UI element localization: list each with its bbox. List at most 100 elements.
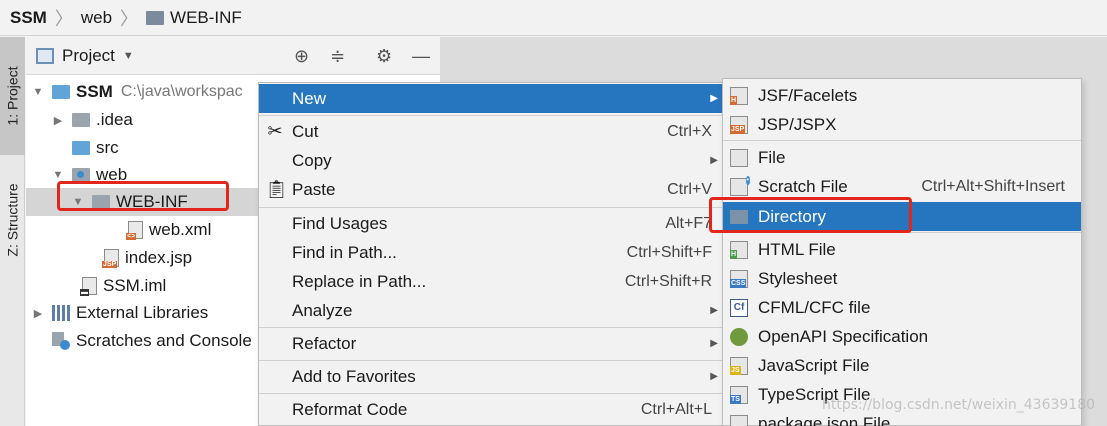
submenu-arrow-icon: ▶ — [710, 93, 718, 104]
menu-item-shortcut: Ctrl+V — [667, 180, 712, 198]
xml-file-icon: <> — [126, 221, 143, 240]
menu-item-analyze[interactable]: Analyze ▶ — [259, 296, 722, 325]
hide-icon[interactable]: — — [412, 46, 430, 67]
submenu-item-file[interactable]: File — [723, 143, 1081, 172]
tree-item-label: src — [96, 138, 119, 157]
web-folder-icon — [72, 168, 90, 182]
js-file-icon: JS — [730, 357, 748, 375]
menu-separator — [723, 140, 1081, 141]
html-file-icon: H — [730, 241, 748, 259]
submenu-item-label: CFML/CFC file — [758, 297, 871, 317]
menu-item-reformat-code[interactable]: Reformat Code Ctrl+Alt+L — [259, 395, 722, 424]
collapsed-arrow-icon[interactable]: ▶ — [52, 114, 64, 127]
scissors-icon: ✂ — [267, 121, 283, 141]
source-folder-icon — [72, 141, 90, 155]
gear-icon[interactable]: ⚙ — [376, 46, 392, 67]
context-menu: New ▶ ✂ Cut Ctrl+X Copy ▶ 📋︎ Paste Ctrl+… — [258, 82, 723, 426]
jsp-file-icon: JSP — [102, 249, 119, 268]
project-folder-icon — [52, 85, 70, 99]
jsp-icon: JSP — [730, 116, 748, 134]
menu-separator — [259, 393, 722, 394]
submenu-item-stylesheet[interactable]: CSS Stylesheet — [723, 264, 1081, 293]
tree-item-label: Scratches and Console — [76, 331, 252, 350]
folder-icon — [146, 10, 165, 25]
expanded-arrow-icon[interactable]: ▼ — [52, 169, 64, 181]
file-icon — [730, 149, 748, 167]
submenu-item-label: HTML File — [758, 239, 836, 259]
submenu-item-javascript-file[interactable]: JS JavaScript File — [723, 351, 1081, 380]
breadcrumb-item-web[interactable]: web — [81, 8, 112, 28]
menu-item-label: Refactor — [292, 333, 357, 353]
submenu-item-html-file[interactable]: H HTML File — [723, 235, 1081, 264]
submenu-item-label: JSP/JSPX — [758, 114, 837, 134]
css-file-icon: CSS — [730, 270, 748, 288]
menu-item-shortcut: Alt+F7 — [665, 214, 712, 232]
submenu-item-jsp-jspx[interactable]: JSP JSP/JSPX — [723, 110, 1081, 139]
menu-item-find-in-path[interactable]: Find in Path... Ctrl+Shift+F — [259, 238, 722, 267]
menu-item-label: Reformat Code — [292, 399, 408, 419]
menu-item-copy[interactable]: Copy ▶ — [259, 146, 722, 175]
submenu-item-label: JSF/Facelets — [758, 85, 858, 105]
menu-item-paste[interactable]: 📋︎ Paste Ctrl+V — [259, 175, 722, 204]
jsf-icon: H — [730, 87, 748, 105]
menu-item-cut[interactable]: ✂ Cut Ctrl+X — [259, 117, 722, 146]
folder-icon — [72, 113, 90, 127]
tree-item-label: web.xml — [149, 220, 212, 239]
locate-icon[interactable]: ⊕ — [294, 46, 309, 67]
tab-structure-label: Z: Structure — [4, 183, 21, 257]
watermark: https://blog.csdn.net/weixin_43639180 — [822, 397, 1096, 413]
tool-window-stripe: 1: Project Z: Structure — [0, 37, 25, 426]
menu-item-add-to-favorites[interactable]: Add to Favorites ▶ — [259, 362, 722, 391]
tree-item-label: SSM — [76, 82, 113, 101]
menu-item-label: New — [292, 88, 327, 108]
submenu-item-label: package.json File — [758, 413, 891, 426]
breadcrumb-item-ssm[interactable]: SSM — [10, 8, 47, 28]
menu-item-shortcut: Ctrl+X — [667, 122, 712, 140]
tab-structure[interactable]: Z: Structure — [0, 165, 25, 275]
submenu-arrow-icon: ▶ — [710, 305, 718, 316]
panel-title[interactable]: Project — [62, 46, 115, 66]
menu-item-replace-in-path[interactable]: Replace in Path... Ctrl+Shift+R — [259, 267, 722, 296]
menu-item-label: Paste — [292, 179, 336, 199]
tab-project-label: 1: Project — [4, 66, 21, 126]
clipboard-icon: 📋︎ — [265, 179, 288, 199]
expanded-arrow-icon[interactable]: ▼ — [32, 86, 44, 98]
project-view-icon — [36, 47, 54, 64]
submenu-item-jsf-facelets[interactable]: H JSF/Facelets — [723, 81, 1081, 110]
tab-project[interactable]: 1: Project — [0, 37, 25, 155]
scratch-file-icon: • — [730, 176, 750, 196]
tree-item-label: index.jsp — [125, 248, 193, 267]
menu-item-label: Cut — [292, 121, 319, 141]
menu-item-find-usages[interactable]: Find Usages Alt+F7 — [259, 209, 722, 238]
submenu-item-label: JavaScript File — [758, 355, 870, 375]
menu-item-label: Add to Favorites — [292, 366, 416, 386]
collapsed-arrow-icon[interactable]: ▶ — [32, 307, 44, 320]
submenu-item-shortcut: Ctrl+Alt+Shift+Insert — [921, 177, 1065, 195]
libraries-icon — [52, 305, 70, 321]
submenu-item-cfml[interactable]: Cf CFML/CFC file — [723, 293, 1081, 322]
menu-item-label: Replace in Path... — [292, 271, 427, 291]
submenu-item-label: Scratch File — [758, 176, 848, 196]
iml-file-icon: ▬ — [80, 277, 97, 296]
annotation-highlight-box — [709, 197, 912, 233]
submenu-item-label: OpenAPI Specification — [758, 326, 929, 346]
breadcrumb-separator-icon: 〉 — [54, 8, 73, 29]
submenu-arrow-icon: ▶ — [710, 155, 718, 166]
menu-item-new[interactable]: New ▶ — [259, 84, 722, 113]
new-submenu: H JSF/Facelets JSP JSP/JSPX File • Scrat… — [722, 78, 1082, 426]
collapse-all-icon[interactable]: ≑ — [330, 46, 345, 67]
menu-separator — [259, 360, 722, 361]
submenu-item-label: File — [758, 147, 786, 167]
breadcrumb-item-web-inf[interactable]: WEB-INF — [146, 8, 242, 28]
breadcrumb: SSM 〉 web 〉 WEB-INF — [0, 0, 1107, 36]
submenu-arrow-icon: ▶ — [710, 371, 718, 382]
chevron-down-icon[interactable]: ▼ — [123, 50, 134, 62]
cfml-icon: Cf — [730, 299, 748, 317]
menu-item-refactor[interactable]: Refactor ▶ — [259, 329, 722, 358]
menu-item-shortcut: Ctrl+Shift+R — [624, 272, 712, 290]
submenu-item-openapi[interactable]: OpenAPI Specification — [723, 322, 1081, 351]
package-json-icon — [730, 415, 748, 426]
ts-file-icon: TS — [730, 386, 748, 404]
menu-item-label: Find in Path... — [292, 242, 397, 262]
menu-item-label: Analyze — [292, 300, 353, 320]
